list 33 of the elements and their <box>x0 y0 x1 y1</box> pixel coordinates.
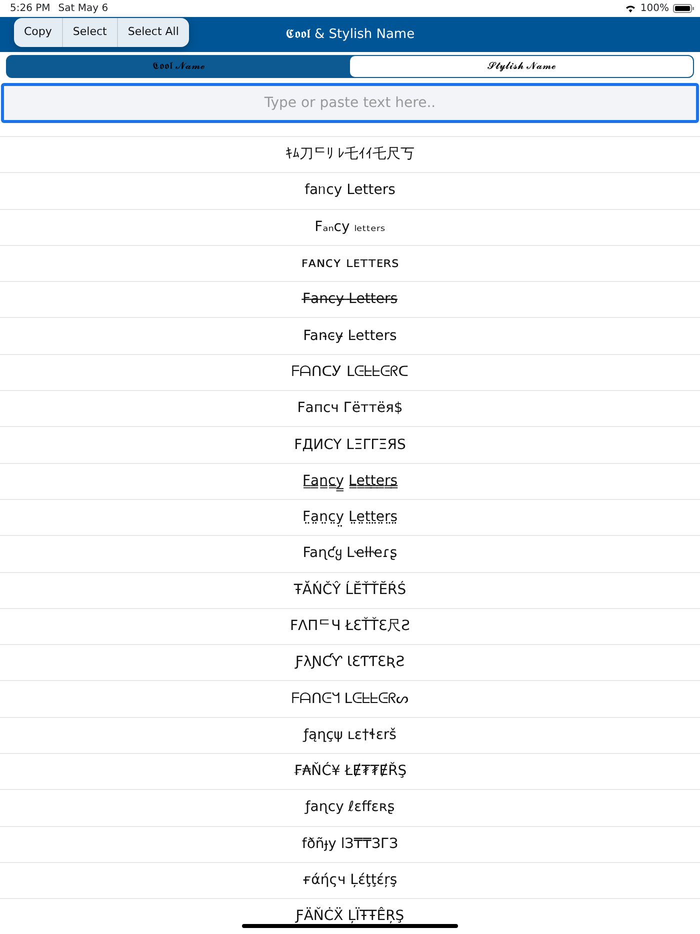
fancy-text-item[interactable]: ƑλƝƇƳ ƖƐƬƬƐƦƧ <box>295 652 405 674</box>
fancy-text-item[interactable]: FДИCY LΞΓΓΞЯS <box>294 434 406 456</box>
fancy-text-item[interactable]: Fапсч Гёттёя$ <box>297 398 403 420</box>
fancy-text-item[interactable]: Fₐₙcy ₗₑₜₜₑᵣₛ <box>314 216 386 238</box>
fancy-text-item[interactable]: Fan̵c̵y̵ L̵etters <box>303 326 397 347</box>
fancy-text-item[interactable]: ｷﾑ刀ᄃﾘ ﾚ乇ｲｲ乇尺丂 <box>285 144 415 166</box>
fancy-text-item[interactable]: ꜰᴀɴᴄʏ ʟᴇᴛᴛᴇʀꜱ <box>301 253 399 274</box>
fancy-text-item[interactable]: ƒąղçψ ʟɛ†ɬɛrš <box>304 724 396 746</box>
battery-percent: 100% <box>640 2 669 16</box>
status-date: Sat May 6 <box>58 2 108 16</box>
menu-button[interactable]: Copy <box>14 18 63 46</box>
app-title: 𝕮𝖔𝖔𝖑 & Stylish Name <box>285 26 415 44</box>
search-field[interactable]: Type or paste text here.. <box>1 83 699 123</box>
fancy-text-item[interactable]: FΛПᄃЧ ŁƐŤŤƐ尺Ƨ <box>290 616 410 637</box>
menu-button[interactable]: Select <box>62 18 118 46</box>
fancy-text-item[interactable]: ŦĂŃČŶ ĹĔŤŤĔŔŚ <box>294 580 406 601</box>
fancy-text-item[interactable]: Faɳƈყ Lҽƚƚҽɾʂ <box>302 543 398 564</box>
fancy-text-item[interactable]: ғάήςч Ļέţţέŗş <box>302 870 398 892</box>
fancy-text-item[interactable]: ᖴᗩᑎᑕᎩ ᒪᕮᖶᖶᕮᖇᑕ <box>292 362 408 383</box>
status-time: 5:26 PM <box>10 2 50 16</box>
fancy-text-item[interactable]: faᥒcy Letters <box>304 180 396 202</box>
fancy-text-item[interactable]: fðñɟy lЗ₸₸ЗГЗ <box>302 834 398 855</box>
wifi-icon <box>625 4 636 13</box>
segment-tab[interactable]: 𝓢𝓽𝔂𝓵𝓲𝓼𝓱 𝓝𝓪𝓶𝓮 <box>350 56 693 77</box>
battery-icon <box>673 4 694 13</box>
fancy-text-item[interactable]: ₣₳ŇĆ¥ ŁɆ₮₮ɆŘŞ <box>293 761 407 782</box>
fancy-text-item[interactable]: ᖴᗩᑎᕮᖻ ᒪᕮᖶᖶᕮᖇᔕ <box>292 688 408 710</box>
fancy-text-item[interactable]: ƑÄŇĊẌ ĻÏŦŦÊŖŞ <box>296 906 404 928</box>
fancy-text-item[interactable]: F̤a̤n̤c̤y̤ L̤e̤t̤t̤e̤r̤s̤ <box>302 507 398 528</box>
menu-button[interactable]: Select All <box>118 18 189 46</box>
fancy-text-item[interactable]: ƒaɳcy ℓɛffɛʀʂ <box>305 797 395 818</box>
fancy-text-item[interactable]: F̳a̳n̳c̳y̳ L̳e̳t̳t̳e̳r̳s̳ <box>302 470 398 492</box>
fancy-text-item[interactable]: F̶a̶n̶c̶y̶ ̶L̶e̶t̶t̶e̶r̶s̶ <box>302 289 398 310</box>
